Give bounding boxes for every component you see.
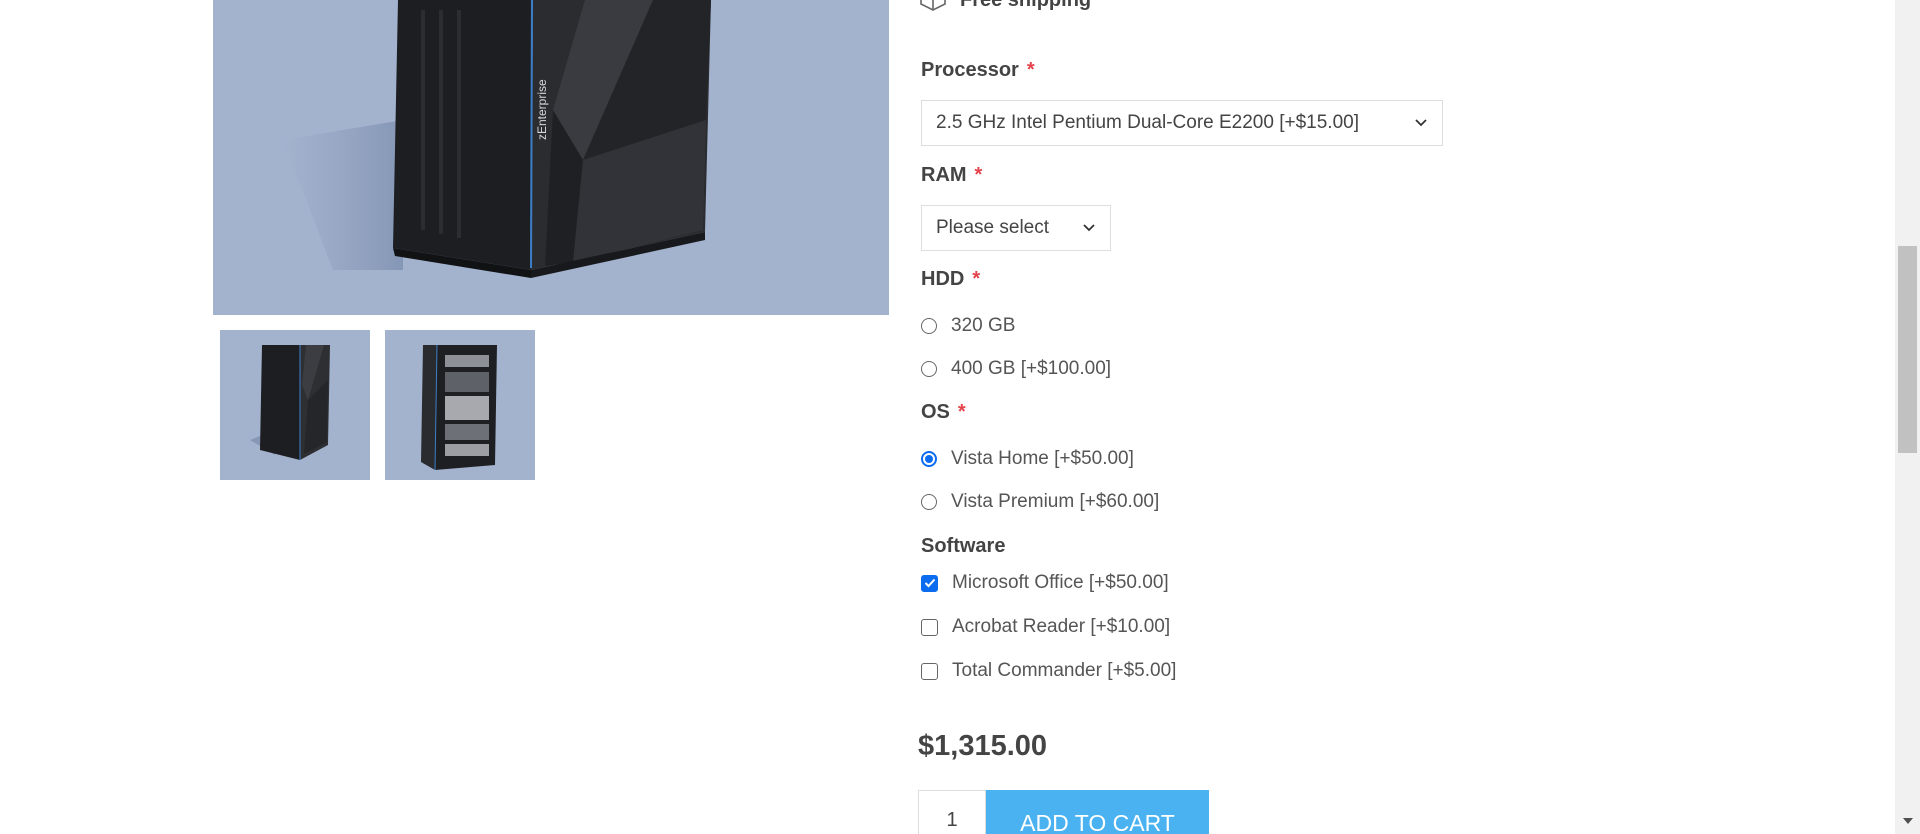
software-option-microsoft-office[interactable]: Microsoft Office [+$50.00]: [921, 570, 1169, 596]
product-price: $1,315.00: [918, 730, 1048, 762]
package-icon: [918, 0, 948, 18]
processor-label: Processor *: [921, 59, 1035, 81]
option-label: Vista Premium [+$60.00]: [951, 491, 1160, 512]
os-option-vista-home[interactable]: Vista Home [+$50.00]: [921, 446, 1134, 472]
ram-selected-value: Please select: [936, 217, 1050, 238]
chevron-down-icon: [1070, 223, 1096, 233]
chevron-down-icon: [1402, 118, 1428, 128]
quantity-input[interactable]: [918, 790, 986, 834]
processor-selected-value: 2.5 GHz Intel Pentium Dual-Core E2200 [+…: [936, 112, 1359, 133]
required-marker: *: [974, 164, 983, 186]
required-marker: *: [972, 268, 981, 290]
software-option-total-commander[interactable]: Total Commander [+$5.00]: [921, 658, 1176, 684]
free-shipping-label: Free shipping: [960, 0, 1091, 12]
option-label: Vista Home [+$50.00]: [951, 448, 1134, 469]
hdd-label: HDD *: [921, 268, 981, 290]
radio-button[interactable]: [921, 318, 937, 334]
required-marker: *: [957, 401, 966, 423]
product-main-image[interactable]: zEnterprise: [213, 0, 889, 315]
option-label: Total Commander [+$5.00]: [952, 660, 1177, 681]
hdd-option-320gb[interactable]: 320 GB: [921, 313, 1015, 339]
add-to-cart-button[interactable]: ADD TO CART: [986, 790, 1209, 834]
server-thumbnail-open: [421, 344, 497, 471]
radio-button[interactable]: [921, 494, 937, 510]
product-thumbnail-2[interactable]: [385, 330, 535, 480]
software-option-acrobat-reader[interactable]: Acrobat Reader [+$10.00]: [921, 614, 1170, 640]
radio-button[interactable]: [921, 361, 937, 377]
scroll-down-arrow-icon[interactable]: [1898, 812, 1917, 830]
software-label: Software: [921, 535, 1006, 557]
checkbox[interactable]: [921, 618, 938, 636]
radio-button-selected[interactable]: [921, 451, 937, 467]
option-label: 400 GB [+$100.00]: [951, 358, 1112, 379]
product-thumbnail-1[interactable]: [220, 330, 370, 480]
product-page: zEnterprise Processor * 2.5 GHz Intel Pe…: [0, 0, 1920, 834]
option-label: 320 GB: [951, 315, 1016, 336]
processor-select[interactable]: 2.5 GHz Intel Pentium Dual-Core E2200 [+…: [921, 100, 1443, 146]
option-label: Acrobat Reader [+$10.00]: [952, 616, 1171, 637]
server-thumbnail-front: [250, 345, 330, 460]
ram-label: RAM *: [921, 164, 983, 186]
server-illustration: zEnterprise: [283, 0, 711, 278]
required-marker: *: [1026, 59, 1035, 81]
checkbox[interactable]: [921, 662, 938, 680]
check-icon: [924, 578, 935, 588]
brand-text: zEnterprise: [535, 79, 549, 140]
os-option-vista-premium[interactable]: Vista Premium [+$60.00]: [921, 489, 1159, 515]
os-label: OS *: [921, 401, 966, 423]
scrollbar-thumb[interactable]: [1898, 246, 1917, 453]
free-shipping-info: Free shipping: [918, 0, 1091, 12]
option-label: Microsoft Office [+$50.00]: [952, 572, 1169, 593]
checkbox-checked[interactable]: [921, 574, 938, 592]
ram-select[interactable]: Please select: [921, 205, 1111, 251]
hdd-option-400gb[interactable]: 400 GB [+$100.00]: [921, 356, 1111, 382]
